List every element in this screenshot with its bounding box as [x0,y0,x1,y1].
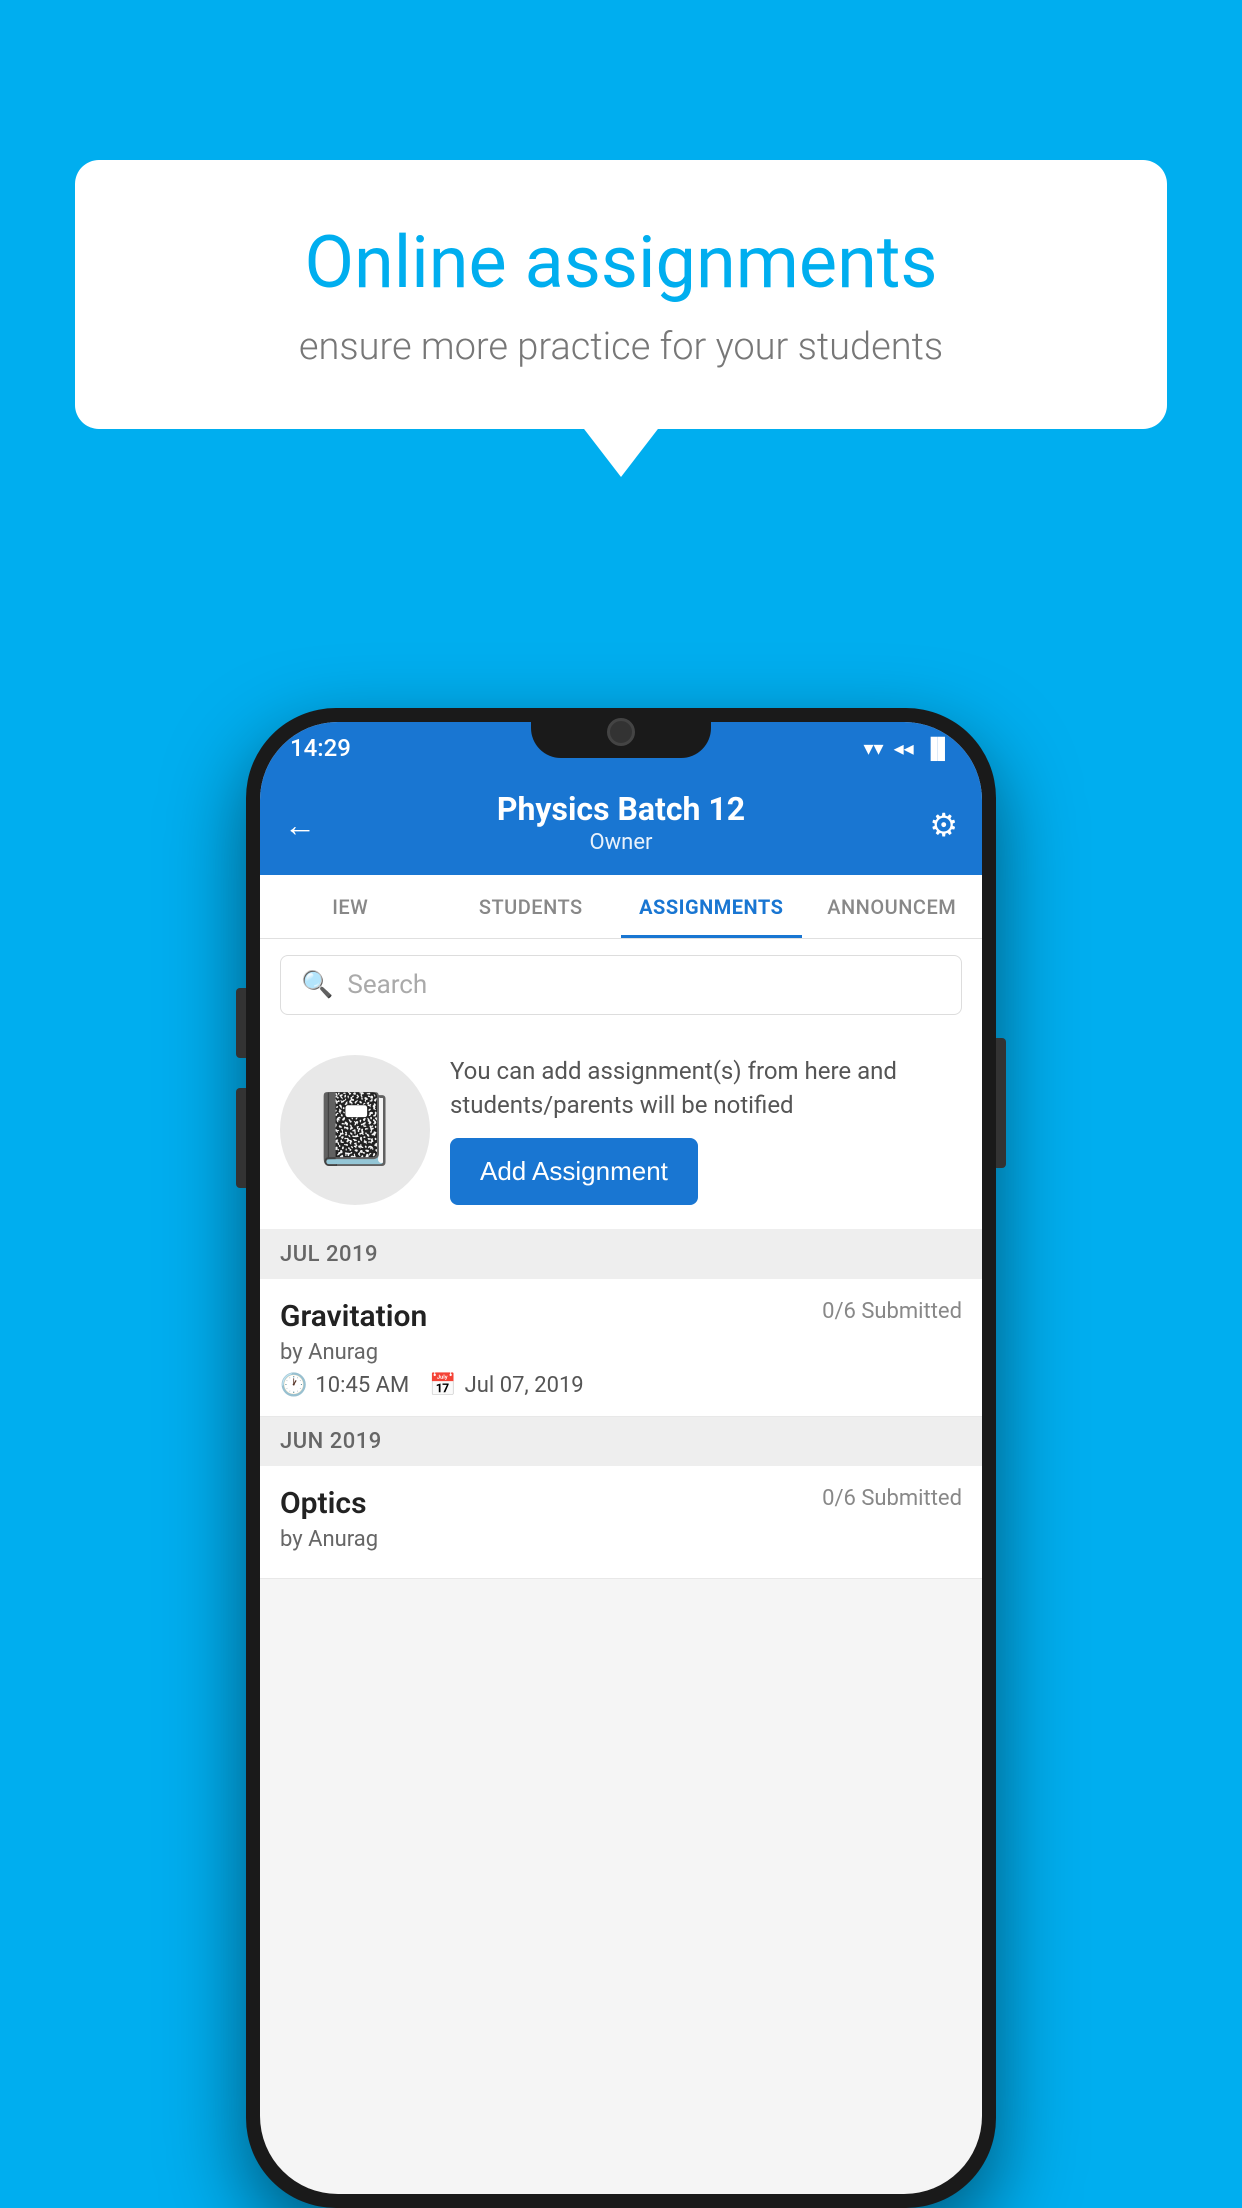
search-icon: 🔍 [301,970,333,1000]
clock-icon: 🕐 [280,1373,307,1398]
assignment-name: Gravitation [280,1299,427,1334]
tab-announcements[interactable]: ANNOUNCEM [802,875,983,938]
status-time: 14:29 [290,734,351,762]
promo-description: You can add assignment(s) from here and … [450,1055,962,1122]
assignment-row: Optics 0/6 Submitted [280,1486,962,1521]
header-subtitle: Owner [284,830,958,855]
assignment-meta: 🕐 10:45 AM 📅 Jul 07, 2019 [280,1373,962,1398]
phone-outer: 14:29 ▾▾ ◂◂ ▐▌ ← Physics Batch 12 Owner … [246,708,996,2208]
notebook-icon: 📓 [311,1089,398,1171]
screen-content: 14:29 ▾▾ ◂◂ ▐▌ ← Physics Batch 12 Owner … [260,722,982,2194]
submitted-count: 0/6 Submitted [822,1486,962,1511]
phone-frame: 14:29 ▾▾ ◂◂ ▐▌ ← Physics Batch 12 Owner … [246,708,996,2208]
assignment-date: 📅 Jul 07, 2019 [429,1373,583,1398]
assignment-item-optics[interactable]: Optics 0/6 Submitted by Anurag [260,1466,982,1579]
status-icons: ▾▾ ◂◂ ▐▌ [864,736,953,761]
assignment-row: Gravitation 0/6 Submitted [280,1299,962,1334]
settings-button[interactable]: ⚙ [929,806,958,844]
promo-content: You can add assignment(s) from here and … [450,1055,962,1205]
phone-screen: 14:29 ▾▾ ◂◂ ▐▌ ← Physics Batch 12 Owner … [260,722,982,2194]
front-camera [607,718,635,746]
calendar-icon: 📅 [429,1373,456,1398]
assignment-item-gravitation[interactable]: Gravitation 0/6 Submitted by Anurag 🕐 10… [260,1279,982,1417]
search-input[interactable]: Search [347,970,427,1000]
tab-students[interactable]: STUDENTS [441,875,622,938]
bubble-subtitle: ensure more practice for your students [145,325,1097,369]
assignment-author: by Anurag [280,1340,962,1365]
header-title: Physics Batch 12 [284,790,958,828]
back-button[interactable]: ← [284,806,316,844]
tab-iew[interactable]: IEW [260,875,441,938]
promo-section: 📓 You can add assignment(s) from here an… [260,1031,982,1230]
speech-bubble: Online assignments ensure more practice … [75,160,1167,429]
volume-down-button [236,1088,246,1188]
add-assignment-button[interactable]: Add Assignment [450,1138,698,1205]
section-header-jun: JUN 2019 [260,1417,982,1466]
submitted-count: 0/6 Submitted [822,1299,962,1324]
assignment-name: Optics [280,1486,367,1521]
wifi-icon: ▾▾ [864,736,884,760]
signal-icon: ◂◂ [894,736,914,760]
app-header: ← Physics Batch 12 Owner ⚙ [260,774,982,875]
search-container: 🔍 Search [260,939,982,1031]
tabs-bar: IEW STUDENTS ASSIGNMENTS ANNOUNCEM [260,875,982,939]
tab-assignments[interactable]: ASSIGNMENTS [621,875,802,938]
promo-icon-circle: 📓 [280,1055,430,1205]
assignment-time: 🕐 10:45 AM [280,1373,409,1398]
assignment-author: by Anurag [280,1527,962,1552]
volume-up-button [236,988,246,1058]
power-button [996,1038,1006,1168]
phone-notch [531,708,711,758]
search-bar[interactable]: 🔍 Search [280,955,962,1015]
bubble-title: Online assignments [145,220,1097,305]
battery-icon: ▐▌ [924,736,952,761]
section-header-jul: JUL 2019 [260,1230,982,1279]
speech-bubble-container: Online assignments ensure more practice … [75,160,1167,429]
